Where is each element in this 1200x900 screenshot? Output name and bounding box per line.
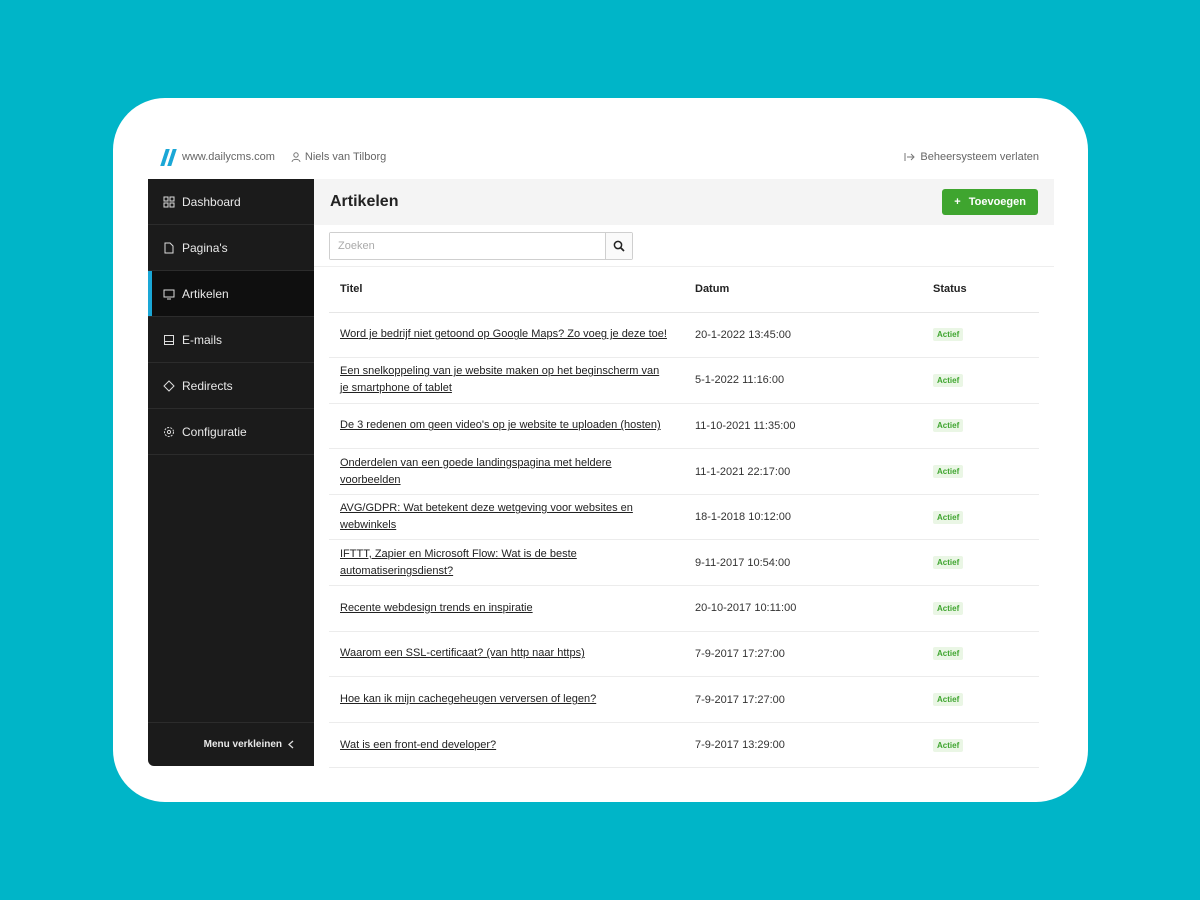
status-badge: Actief: [933, 419, 964, 433]
site-url-link[interactable]: www.dailycms.com: [182, 151, 275, 163]
redirect-icon: [163, 379, 175, 392]
article-date: 11-10-2021 11:35:00: [684, 403, 922, 450]
status-badge: Actief: [933, 328, 964, 342]
logout-label: Beheersysteem verlaten: [920, 151, 1039, 163]
article-title-link[interactable]: Waarom een SSL-certificaat? (van http na…: [340, 645, 684, 662]
sidebar-item-label: E-mails: [182, 332, 223, 347]
collapse-menu-button[interactable]: Menu verkleinen: [148, 722, 314, 766]
sidebar-item-label: Pagina's: [182, 240, 228, 255]
article-title-link[interactable]: Recente webdesign trends en inspiratie: [340, 600, 684, 617]
table-row: Wat is een front-end developer? 7-9-2017…: [329, 722, 1039, 769]
plus-icon: +: [954, 196, 961, 208]
article-title-link[interactable]: Een snelkoppeling van je website maken o…: [340, 363, 684, 397]
status-badge: Actief: [933, 556, 964, 570]
dashboard-icon: [163, 196, 175, 207]
sidebar: Dashboard Pagina's Artikelen E-mails Red…: [148, 179, 314, 766]
article-date: 11-1-2021 22:17:00: [684, 448, 922, 495]
status-badge: Actief: [933, 373, 964, 387]
search-box: [329, 231, 633, 260]
search-input[interactable]: [330, 232, 605, 259]
chevron-left-icon: [288, 740, 294, 749]
table-row: Onderdelen van een goede landingspagina …: [329, 448, 1039, 495]
article-date: 20-10-2017 10:11:00: [684, 585, 922, 632]
collapse-menu-label: Menu verkleinen: [203, 739, 282, 750]
page-title: Artikelen: [330, 193, 399, 210]
sidebar-item-emails[interactable]: E-mails: [148, 317, 314, 363]
sidebar-item-redirects[interactable]: Redirects: [148, 363, 314, 409]
logout-link[interactable]: Beheersysteem verlaten: [904, 151, 1039, 163]
article-title-link[interactable]: De 3 redenen om geen video's op je websi…: [340, 417, 684, 434]
sidebar-item-label: Dashboard: [182, 194, 241, 209]
table-row: Een snelkoppeling van je website maken o…: [329, 357, 1039, 404]
search-row: [314, 225, 1054, 267]
table-row: Word je bedrijf niet getoond op Google M…: [329, 312, 1039, 359]
article-title-link[interactable]: Wat is een front-end developer?: [340, 737, 684, 754]
page-icon: [164, 242, 174, 253]
article-title-link[interactable]: AVG/GDPR: Wat betekent deze wetgeving vo…: [340, 500, 684, 534]
articles-icon: [163, 289, 175, 299]
article-title-link[interactable]: Onderdelen van een goede landingspagina …: [340, 455, 684, 489]
main-content: Artikelen + Toevoegen Titel Datum Status: [314, 179, 1054, 769]
sidebar-item-configuration[interactable]: Configuratie: [148, 409, 314, 455]
gear-icon: [164, 426, 174, 437]
search-button[interactable]: [605, 232, 632, 259]
article-date: 7-9-2017 17:27:00: [684, 631, 922, 678]
article-date: 5-1-2022 11:16:00: [684, 357, 922, 404]
sidebar-item-label: Artikelen: [182, 286, 229, 301]
logo-icon[interactable]: [160, 148, 177, 166]
article-title-link[interactable]: Hoe kan ik mijn cachegeheugen verversen …: [340, 691, 684, 708]
top-bar: www.dailycms.com Niels van Tilborg Behee…: [160, 142, 1039, 172]
column-header-status[interactable]: Status: [922, 267, 1039, 313]
status-badge: Actief: [933, 510, 964, 524]
user-link[interactable]: Niels van Tilborg: [291, 151, 386, 163]
table-row: De 3 redenen om geen video's op je websi…: [329, 403, 1039, 450]
article-title-link[interactable]: IFTTT, Zapier en Microsoft Flow: Wat is …: [340, 546, 684, 580]
article-date: 18-1-2018 10:12:00: [684, 494, 922, 541]
table-row: IFTTT, Zapier en Microsoft Flow: Wat is …: [329, 539, 1039, 587]
email-icon: [164, 334, 174, 345]
add-button-label: Toevoegen: [968, 196, 1026, 208]
sidebar-item-articles[interactable]: Artikelen: [148, 271, 314, 317]
article-date: 9-11-2017 10:54:00: [684, 539, 922, 587]
table-row: Recente webdesign trends en inspiratie 2…: [329, 585, 1039, 632]
article-date: 7-9-2017 13:29:00: [684, 722, 922, 769]
sidebar-item-label: Configuratie: [182, 424, 247, 439]
article-date: 20-1-2022 13:45:00: [684, 312, 922, 359]
table-header-row: Titel Datum Status: [329, 267, 1039, 313]
status-badge: Actief: [933, 647, 964, 661]
articles-table: Titel Datum Status Word je bedrijf niet …: [329, 267, 1039, 769]
sidebar-item-dashboard[interactable]: Dashboard: [148, 179, 314, 225]
status-badge: Actief: [933, 465, 964, 479]
sidebar-item-pages[interactable]: Pagina's: [148, 225, 314, 271]
search-icon: [613, 240, 625, 252]
status-badge: Actief: [933, 738, 964, 752]
article-title-link[interactable]: Word je bedrijf niet getoond op Google M…: [340, 326, 684, 343]
user-name: Niels van Tilborg: [304, 151, 387, 163]
status-badge: Actief: [933, 601, 964, 615]
add-button[interactable]: + Toevoegen: [942, 189, 1038, 215]
sidebar-item-label: Redirects: [182, 378, 233, 393]
article-date: 7-9-2017 17:27:00: [684, 676, 922, 723]
exit-icon: [904, 153, 916, 161]
column-header-date[interactable]: Datum: [684, 267, 922, 313]
table-row: AVG/GDPR: Wat betekent deze wetgeving vo…: [329, 494, 1039, 541]
column-header-title[interactable]: Titel: [329, 267, 684, 313]
page-header: Artikelen + Toevoegen: [314, 179, 1054, 225]
user-icon: [291, 152, 301, 162]
table-row: Waarom een SSL-certificaat? (van http na…: [329, 631, 1039, 678]
table-row: Hoe kan ik mijn cachegeheugen verversen …: [329, 676, 1039, 723]
status-badge: Actief: [933, 693, 964, 707]
